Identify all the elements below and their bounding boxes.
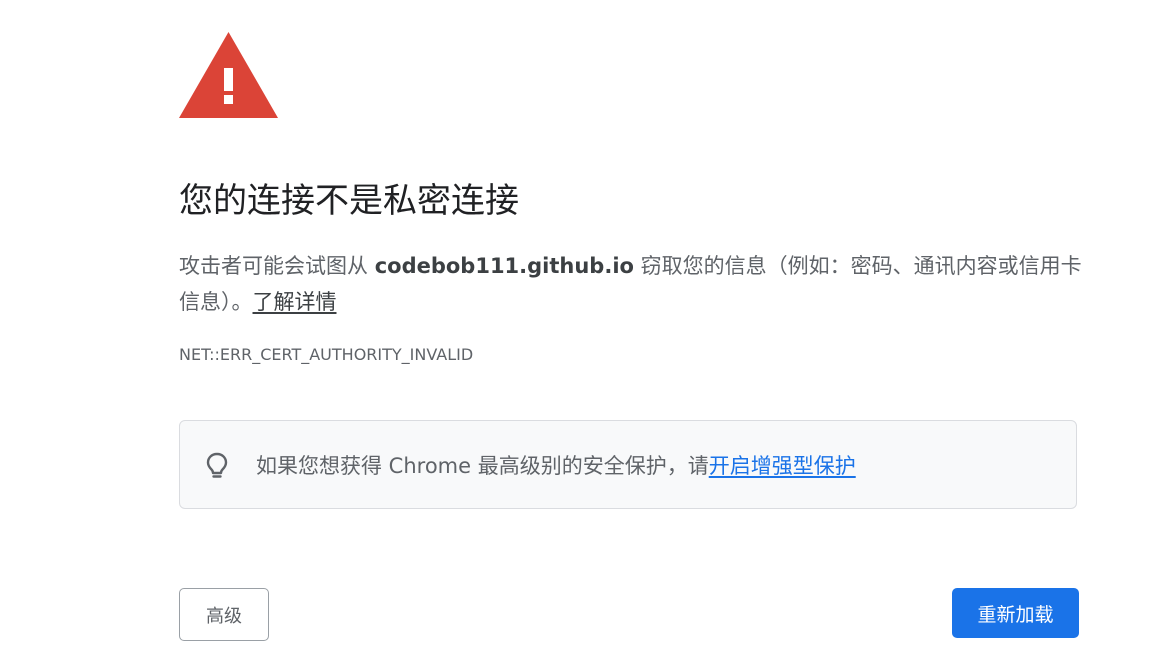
advanced-button[interactable]: 高级 bbox=[179, 588, 269, 641]
warning-triangle-icon bbox=[179, 32, 278, 118]
lightbulb-icon bbox=[206, 452, 228, 478]
reload-button[interactable]: 重新加载 bbox=[952, 588, 1079, 638]
page-title: 您的连接不是私密连接 bbox=[179, 181, 519, 221]
enhanced-protection-link[interactable]: 开启增强型保护 bbox=[709, 454, 856, 478]
ssl-error-page: 您的连接不是私密连接 攻击者可能会试图从 codebob111.github.i… bbox=[0, 0, 1176, 656]
error-code: NET::ERR_CERT_AUTHORITY_INVALID bbox=[179, 345, 474, 364]
tip-text: 如果您想获得 Chrome 最高级别的安全保护，请开启增强型保护 bbox=[256, 448, 856, 484]
error-description: 攻击者可能会试图从 codebob111.github.io 窃取您的信息（例如… bbox=[179, 248, 1089, 320]
description-prefix: 攻击者可能会试图从 bbox=[179, 254, 375, 278]
enhanced-protection-tip: 如果您想获得 Chrome 最高级别的安全保护，请开启增强型保护 bbox=[179, 420, 1077, 509]
tip-message: 如果您想获得 Chrome 最高级别的安全保护，请 bbox=[256, 454, 709, 478]
learn-more-link[interactable]: 了解详情 bbox=[253, 290, 337, 314]
site-domain: codebob111.github.io bbox=[374, 254, 634, 278]
